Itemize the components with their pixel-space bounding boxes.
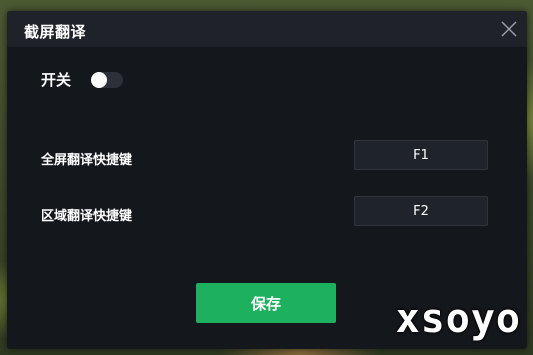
title-bar: 截屏翻译	[7, 11, 527, 47]
close-icon	[501, 21, 517, 37]
fullscreen-hotkey-input[interactable]: F1	[354, 140, 488, 170]
toggle-row: 开关	[41, 69, 124, 90]
watermark-text: xsoyo	[395, 296, 521, 342]
dialog-title: 截屏翻译	[24, 23, 87, 41]
close-button[interactable]	[497, 17, 521, 41]
toggle-knob	[91, 71, 108, 88]
fullscreen-hotkey-label: 全屏翻译快捷键	[41, 153, 133, 168]
region-hotkey-label: 区域翻译快捷键	[41, 209, 133, 224]
translate-toggle-switch[interactable]	[91, 71, 124, 88]
region-hotkey-input[interactable]: F2	[354, 196, 488, 226]
toggle-label: 开关	[41, 71, 72, 89]
save-button[interactable]: 保存	[196, 283, 336, 323]
